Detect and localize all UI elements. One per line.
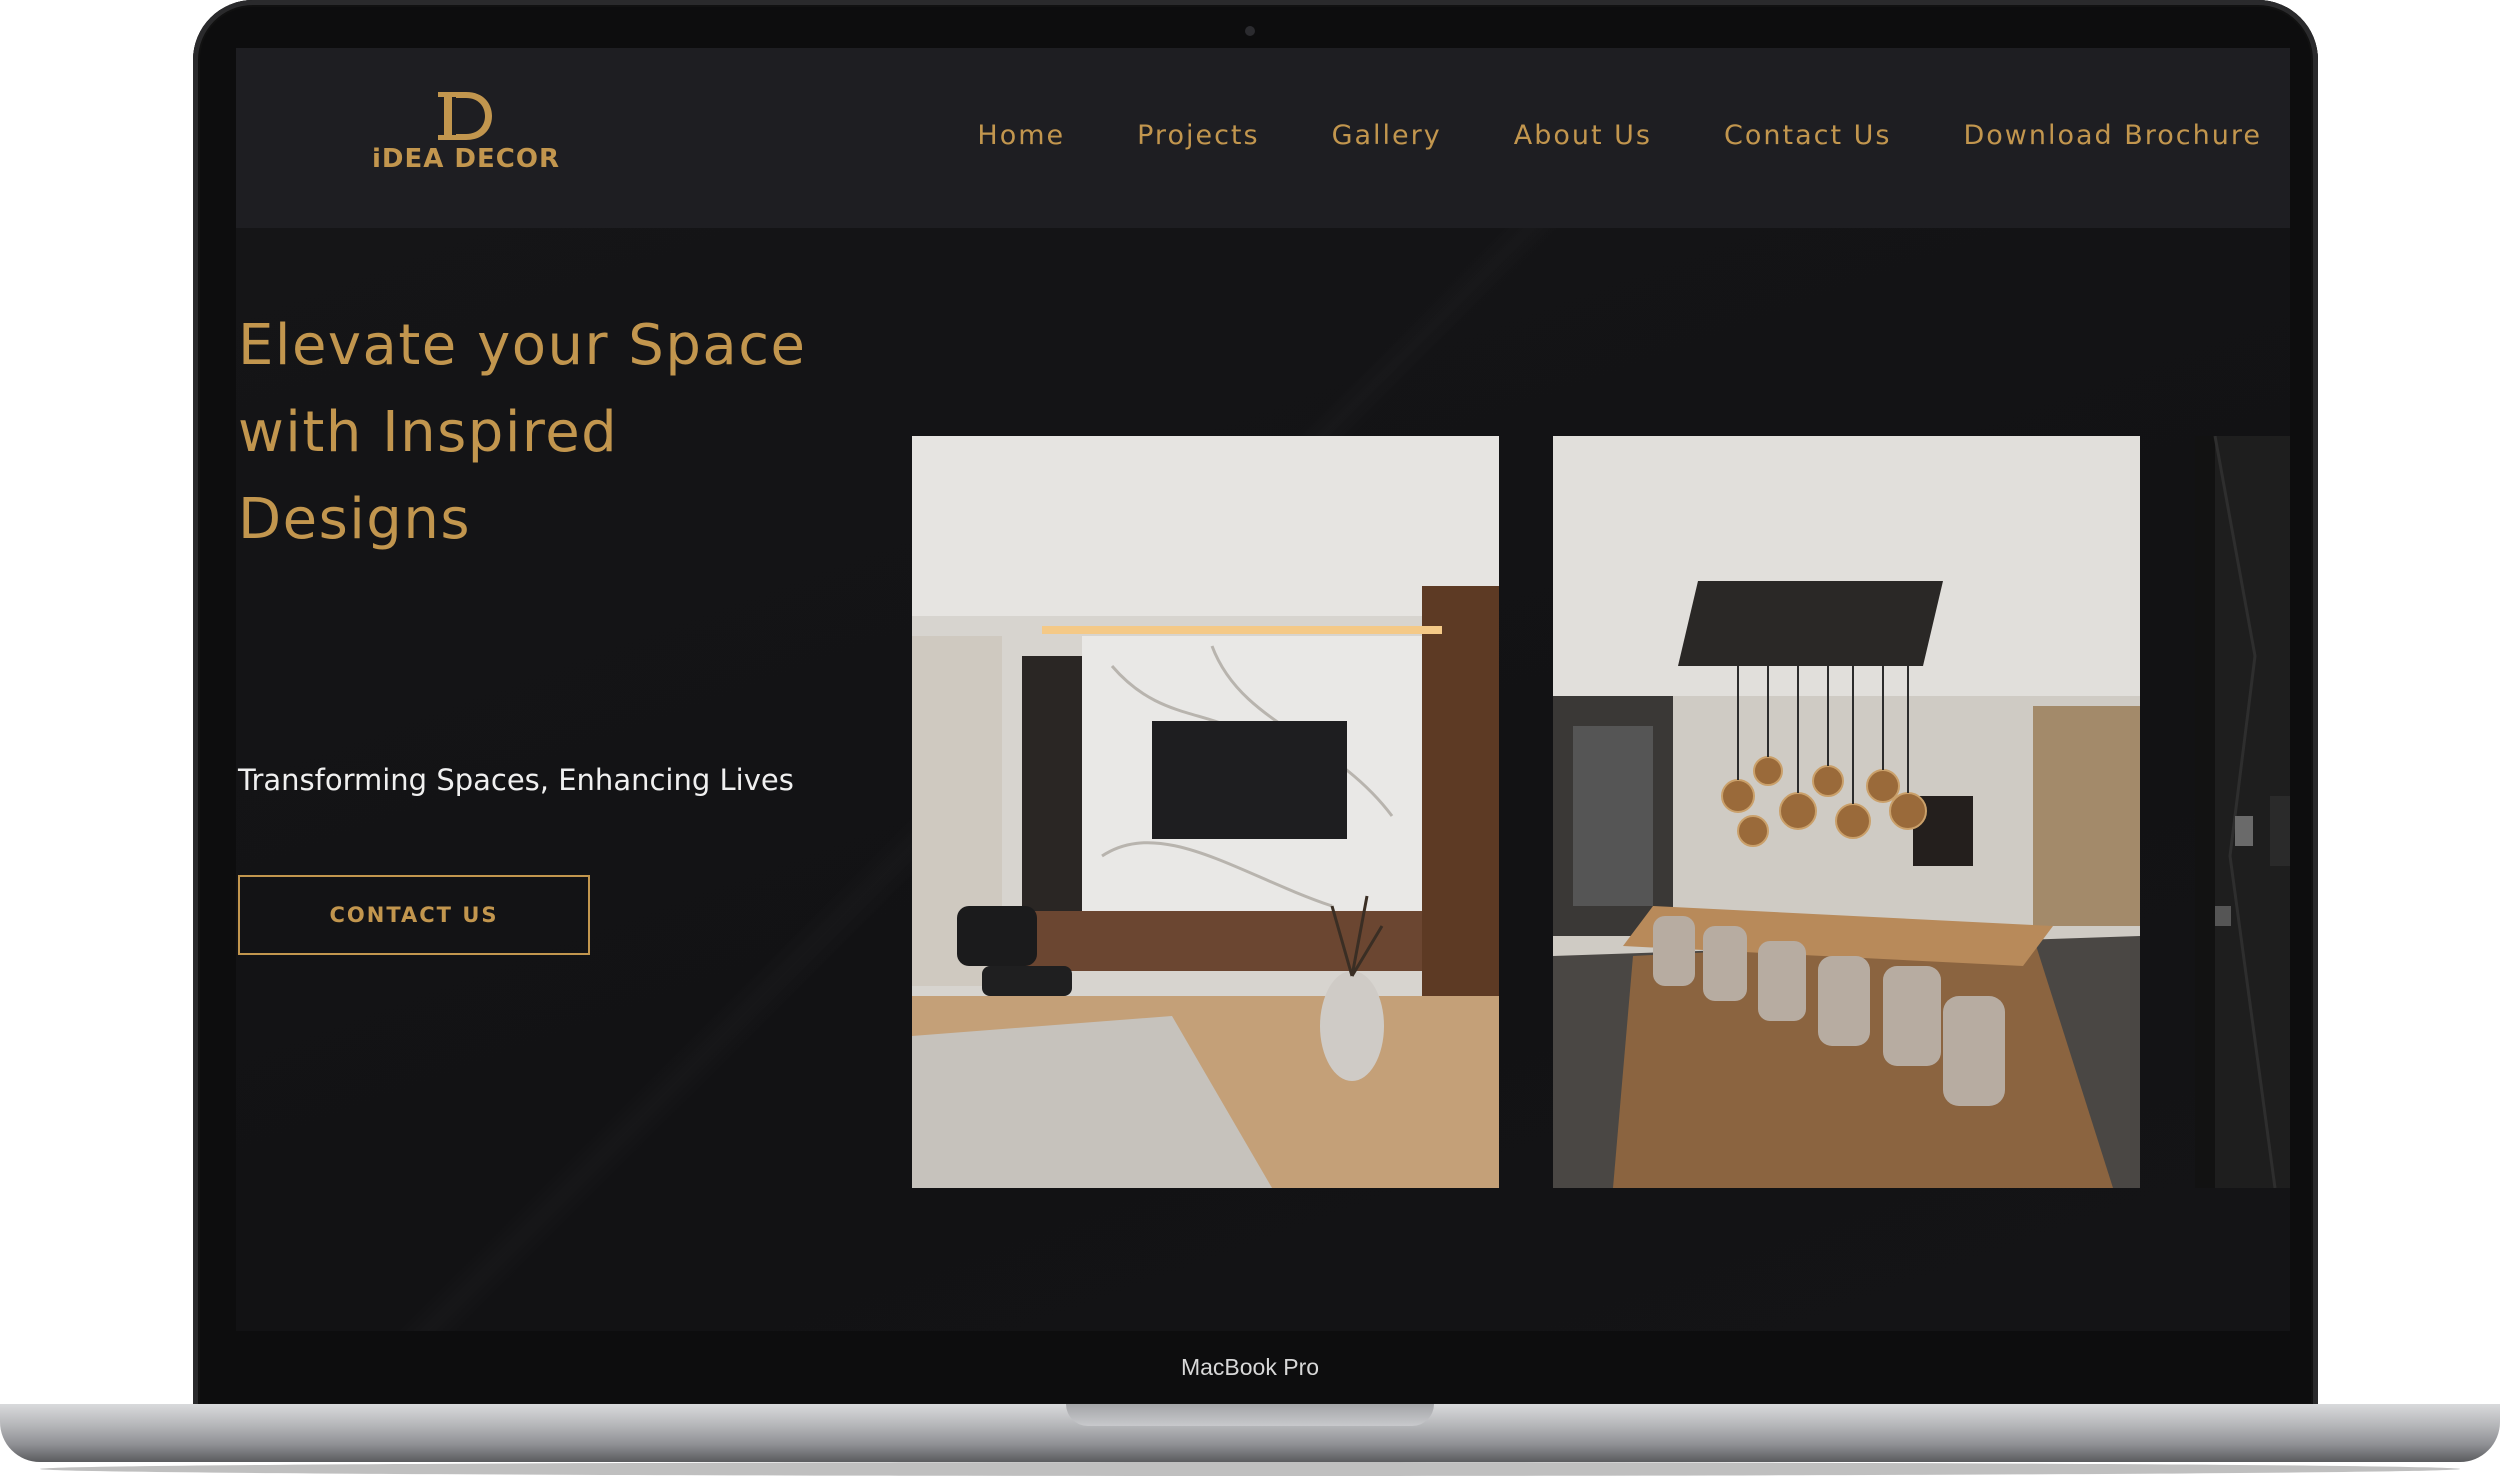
nav-contact-us[interactable]: Contact Us bbox=[1724, 120, 1891, 151]
device-label: MacBook Pro bbox=[1180, 1354, 1320, 1380]
dining-room-photo bbox=[1553, 436, 2140, 1188]
gallery-image-dark-wall[interactable] bbox=[2195, 436, 2290, 1188]
nav-about-us[interactable]: About Us bbox=[1514, 120, 1652, 151]
laptop-base-notch bbox=[1066, 1404, 1434, 1426]
nav-home[interactable]: Home bbox=[977, 120, 1065, 151]
laptop-shadow bbox=[40, 1462, 2460, 1476]
camera-icon bbox=[1245, 26, 1255, 36]
website-screen: iDEA DECOR Home Projects Gallery About U… bbox=[236, 48, 2290, 1331]
macbook-mockup: iDEA DECOR Home Projects Gallery About U… bbox=[0, 0, 2500, 1484]
nav-download-brochure[interactable]: Download Brochure bbox=[1963, 120, 2262, 151]
hero-title-line-2: with Inspired bbox=[238, 400, 619, 465]
hero-title-line-3: Designs bbox=[238, 487, 472, 552]
dark-wall-photo bbox=[2195, 436, 2290, 1188]
main-nav: Home Projects Gallery About Us Contact U… bbox=[905, 120, 2262, 151]
site-header: iDEA DECOR Home Projects Gallery About U… bbox=[236, 48, 2290, 228]
living-room-photo bbox=[912, 436, 1499, 1188]
hero-title: Elevate your Space with Inspired Designs bbox=[238, 302, 888, 563]
logo-wordmark: iDEA DECOR bbox=[372, 144, 560, 174]
hero-title-line-1: Elevate your Space bbox=[238, 313, 807, 378]
hero-subtitle: Transforming Spaces, Enhancing Lives bbox=[238, 763, 794, 797]
nav-projects[interactable]: Projects bbox=[1137, 120, 1259, 151]
nav-gallery[interactable]: Gallery bbox=[1332, 120, 1442, 151]
id-monogram-icon bbox=[438, 92, 492, 140]
contact-us-button[interactable]: CONTACT US bbox=[238, 875, 590, 955]
gallery-image-dining-room[interactable] bbox=[1553, 436, 2140, 1188]
site-logo[interactable]: iDEA DECOR bbox=[366, 88, 566, 188]
gallery-image-living-room[interactable] bbox=[912, 436, 1499, 1188]
